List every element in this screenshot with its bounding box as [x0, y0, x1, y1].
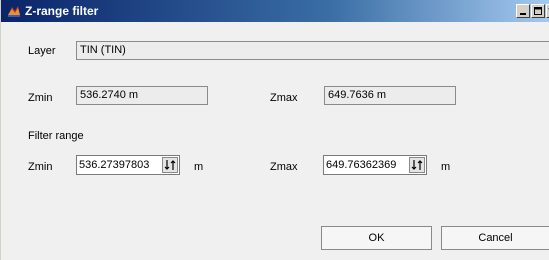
zmax-field: 649.7636 m — [324, 86, 456, 105]
filter-zmin-unit: m — [194, 161, 204, 173]
filter-zmax-label: Zmax — [270, 161, 298, 173]
zmax-label: Zmax — [270, 92, 298, 104]
filter-zmin-spinbox[interactable] — [76, 155, 180, 175]
z-range-filter-icon — [6, 3, 22, 19]
filter-zmin-label: Zmin — [28, 161, 53, 173]
minimize-icon — [520, 13, 526, 15]
spin-arrows-icon — [411, 160, 423, 170]
zmin-label: Zmin — [28, 92, 53, 104]
filter-zmax-spin-button[interactable] — [409, 157, 425, 173]
filter-range-heading: Filter range — [28, 130, 84, 142]
zmin-field: 536.2740 m — [76, 86, 208, 105]
maximize-icon — [534, 7, 542, 15]
layer-field: TIN (TIN) — [76, 41, 549, 60]
minimize-button[interactable] — [516, 4, 530, 18]
filter-zmin-input[interactable] — [77, 156, 161, 174]
layer-label: Layer — [28, 45, 56, 57]
z-range-filter-dialog: Z-range filter Layer TIN (TIN) Zmin 536.… — [0, 0, 549, 260]
filter-zmax-input[interactable] — [324, 156, 408, 174]
ok-button[interactable]: OK — [321, 226, 432, 250]
filter-zmax-spinbox[interactable] — [323, 155, 427, 175]
window-title: Z-range filter — [25, 4, 99, 18]
title-bar[interactable]: Z-range filter — [1, 0, 549, 22]
spin-arrows-icon — [164, 160, 176, 170]
maximize-button[interactable] — [531, 4, 545, 18]
cancel-button[interactable]: Cancel — [441, 226, 549, 250]
filter-zmax-unit: m — [441, 161, 451, 173]
filter-zmin-spin-button[interactable] — [162, 157, 178, 173]
